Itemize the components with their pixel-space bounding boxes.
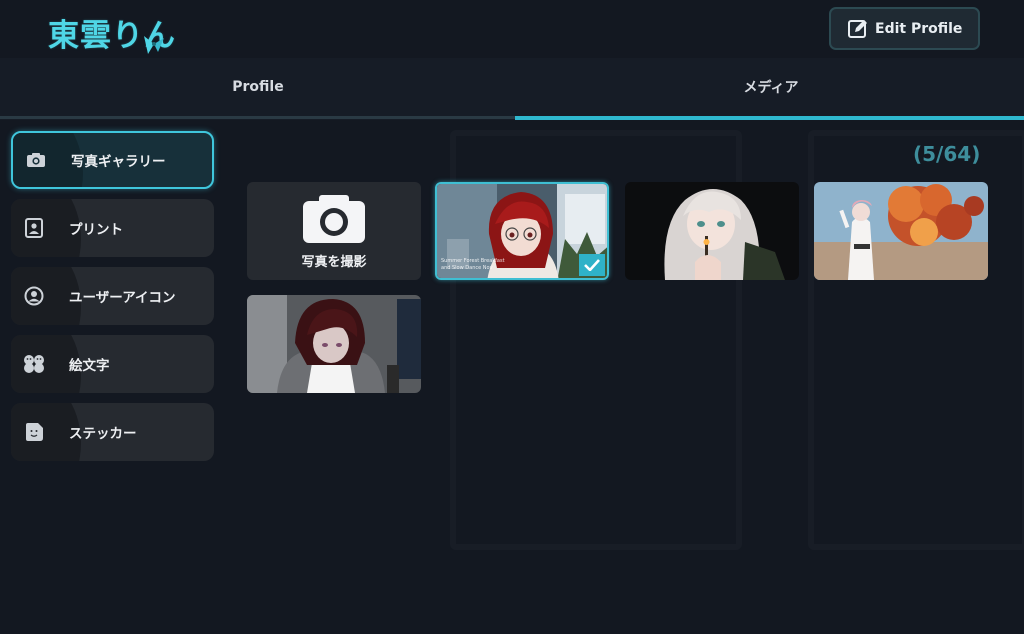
top-bar: 東雲りん Edit Profile bbox=[0, 0, 1024, 58]
tab-profile[interactable]: Profile bbox=[2, 58, 514, 116]
print-icon bbox=[23, 217, 45, 239]
sidebar-item-label: プリント bbox=[69, 222, 123, 238]
sidebar-item-label: 写真ギャラリー bbox=[71, 154, 166, 170]
photo-thumbnail[interactable] bbox=[625, 182, 799, 280]
tab-media[interactable]: メディア bbox=[515, 58, 1024, 116]
ribbon-icon bbox=[144, 36, 164, 54]
camera-icon bbox=[303, 194, 365, 243]
tab-underline-active bbox=[515, 116, 1024, 120]
sidebar-item-emoji[interactable]: 絵文字 bbox=[11, 335, 214, 393]
sidebar-item-label: ユーザーアイコン bbox=[69, 290, 176, 306]
tab-media-label: メディア bbox=[743, 80, 799, 96]
photo-thumbnail[interactable] bbox=[247, 295, 421, 393]
checkmark-icon bbox=[579, 254, 605, 276]
tab-underline-inactive bbox=[0, 116, 515, 119]
edit-icon bbox=[848, 19, 867, 38]
take-photo-button[interactable]: 写真を撮影 bbox=[247, 182, 421, 280]
tab-bar: Profile メディア bbox=[0, 58, 1024, 120]
sidebar-item-photo-gallery[interactable]: 写真ギャラリー bbox=[11, 131, 214, 189]
take-photo-label: 写真を撮影 bbox=[301, 254, 367, 270]
photo-thumbnail[interactable] bbox=[814, 182, 988, 280]
photo-count: (5/64) bbox=[913, 142, 981, 166]
tab-profile-label: Profile bbox=[232, 79, 284, 95]
sidebar-item-sticker[interactable]: ステッカー bbox=[11, 403, 214, 461]
emoji-icon bbox=[23, 353, 45, 375]
sidebar-item-label: ステッカー bbox=[69, 426, 137, 442]
edit-profile-button[interactable]: Edit Profile bbox=[829, 7, 980, 50]
sidebar-item-user-icon[interactable]: ユーザーアイコン bbox=[11, 267, 214, 325]
photo-caption: Summer Forest Breakfast and Slow Dance N… bbox=[441, 258, 505, 271]
edit-profile-label: Edit Profile bbox=[875, 20, 963, 37]
sticker-icon bbox=[23, 421, 45, 443]
sidebar-item-print[interactable]: プリント bbox=[11, 199, 214, 257]
user-icon bbox=[23, 285, 45, 307]
photo-thumbnail[interactable]: Summer Forest Breakfast and Slow Dance N… bbox=[435, 182, 609, 280]
camera-icon bbox=[25, 149, 47, 171]
sidebar-item-label: 絵文字 bbox=[69, 358, 110, 374]
